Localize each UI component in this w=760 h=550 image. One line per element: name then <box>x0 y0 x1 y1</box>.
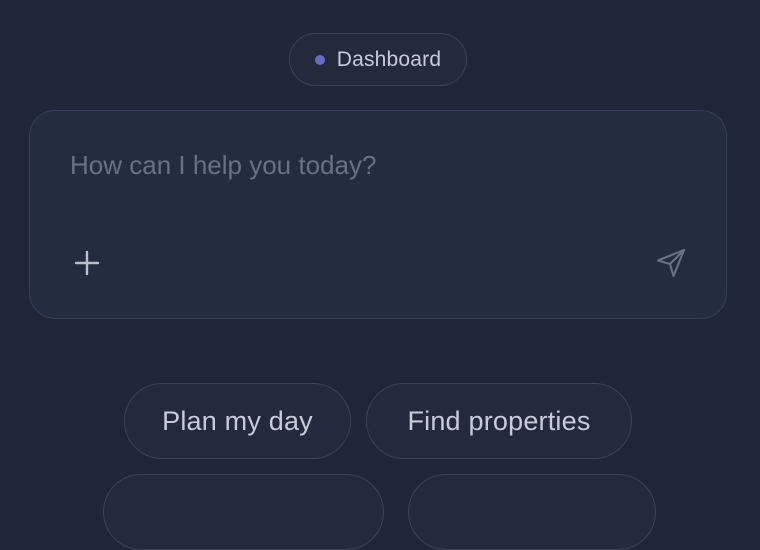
suggestion-chip-partial[interactable] <box>408 474 656 550</box>
prompt-composer <box>29 110 727 319</box>
workspace-badge[interactable]: Dashboard <box>289 33 467 86</box>
prompt-input[interactable] <box>70 145 670 185</box>
suggestion-label: Plan my day <box>162 405 313 436</box>
suggestion-plan-my-day[interactable]: Plan my day <box>124 383 351 459</box>
suggestion-chip-partial[interactable] <box>103 474 384 550</box>
suggestion-label: Find properties <box>407 405 591 436</box>
send-icon <box>656 248 686 278</box>
status-dot-icon <box>314 54 325 65</box>
suggestion-find-properties[interactable]: Find properties <box>366 383 632 459</box>
workspace-badge-label: Dashboard <box>336 47 442 71</box>
add-attachment-button[interactable] <box>67 243 107 283</box>
send-button[interactable] <box>648 241 694 285</box>
plus-icon <box>74 250 100 276</box>
